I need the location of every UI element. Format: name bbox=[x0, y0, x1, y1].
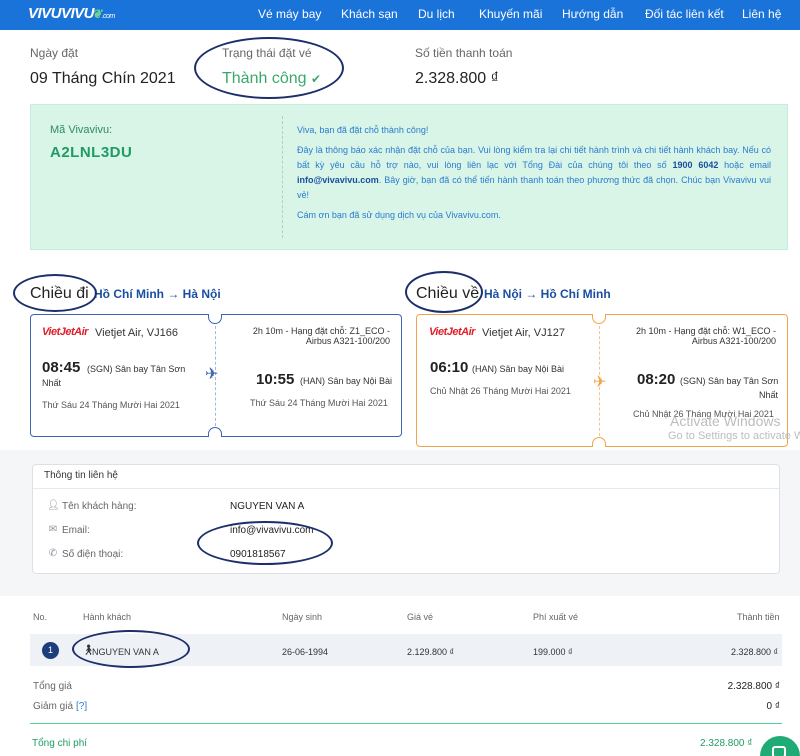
message-body: Đây là thông báo xác nhận đặt chỗ của bạ… bbox=[297, 143, 771, 203]
outbound-arrival-airport: (HAN) Sân bay Nội Bài bbox=[300, 376, 393, 386]
total-divider bbox=[30, 723, 782, 724]
outbound-departure-airport-cont: Nhất bbox=[42, 378, 62, 388]
vietjet-logo: VietJetAir bbox=[42, 326, 88, 338]
customer-name-label: Tên khách hàng: bbox=[62, 501, 137, 512]
return-arrival-airport: (SGN) Sân bay Tân Sơn bbox=[680, 376, 779, 386]
user-icon: 👤︎ bbox=[47, 500, 60, 511]
annotation-ellipse-status bbox=[194, 37, 344, 99]
return-ticket-notch-bottom bbox=[592, 437, 606, 447]
return-arrival-time: 08:20 bbox=[637, 371, 676, 388]
outbound-ticket-notch-bottom bbox=[208, 427, 222, 437]
outbound-departure-airport: (SGN) Sân bay Tân Sơn bbox=[87, 364, 186, 374]
return-departure-date: Chủ Nhật 26 Tháng Mười Hai 2021 bbox=[430, 386, 571, 396]
fare-line: 2h 10m - Hạng đặt chỗ: W1_ECO - bbox=[635, 326, 776, 336]
grand-total-value: 2.328.800 ₫ bbox=[700, 738, 753, 749]
email-label: Email: bbox=[62, 525, 90, 536]
subtotal-label: Tổng giá bbox=[33, 681, 72, 692]
passenger-number-badge: 1 bbox=[42, 642, 59, 659]
col-no: No. bbox=[33, 612, 48, 622]
grand-total-label: Tổng chi phí bbox=[32, 738, 88, 749]
outbound-arrival-time: 10:55 bbox=[256, 371, 295, 388]
booking-code-label: Mã Vivavivu: bbox=[50, 124, 113, 136]
fare-line: 2h 10m - Hạng đặt chỗ: Z1_ECO - bbox=[252, 326, 390, 336]
return-departure-time: 06:10 bbox=[430, 359, 469, 376]
nav-contact[interactable]: Liên hệ bbox=[742, 7, 781, 21]
site-logo[interactable]: VIVUVIVU❦.com bbox=[28, 5, 115, 22]
return-departure-airport: (HAN) Sân bay Nội Bài bbox=[472, 364, 565, 374]
fare-line: Airbus A321-100/200 bbox=[691, 336, 776, 346]
passenger-fee: 199.000 ₫ bbox=[533, 647, 573, 657]
col-dob: Ngày sinh bbox=[282, 612, 323, 622]
message-title: Viva, bạn đã đặt chỗ thành công! bbox=[297, 125, 429, 135]
logo-domain: .com bbox=[101, 13, 116, 20]
annotation-ellipse-contact bbox=[197, 521, 333, 565]
plane-icon: ✈ bbox=[205, 366, 219, 383]
phone-icon: ✆ bbox=[48, 548, 58, 559]
support-email-link[interactable]: info@vivavivu.com bbox=[297, 175, 379, 185]
chat-icon bbox=[772, 746, 786, 756]
envelope-icon: ✉ bbox=[48, 524, 58, 535]
booking-date-label: Ngày đặt bbox=[30, 46, 79, 60]
discount-label: Giảm giá bbox=[33, 701, 74, 712]
col-total: Thành tiền bbox=[737, 612, 780, 622]
plane-icon: ✈ bbox=[593, 374, 607, 391]
activate-windows-hint: Go to Settings to activate Windows. bbox=[668, 430, 800, 442]
contact-divider bbox=[33, 488, 779, 489]
outbound-departure-date: Thứ Sáu 24 Tháng Mười Hai 2021 bbox=[42, 400, 180, 410]
passenger-fare: 2.129.800 ₫ bbox=[407, 647, 455, 657]
customer-name-value: NGUYEN VAN A bbox=[230, 501, 305, 512]
leaf-icon: ❦ bbox=[92, 7, 102, 21]
nav-flights[interactable]: Vé máy bay bbox=[258, 7, 321, 21]
booking-date-value: 09 Tháng Chín 2021 bbox=[30, 70, 176, 87]
passenger-dob: 26-06-1994 bbox=[282, 647, 329, 657]
annotation-ellipse-outbound bbox=[13, 274, 97, 312]
contact-info-panel bbox=[32, 464, 780, 574]
outbound-fare-info: 2h 10m - Hạng đặt chỗ: Z1_ECO - Airbus A3… bbox=[226, 326, 390, 346]
col-fare: Giá vé bbox=[407, 612, 434, 622]
col-fee: Phí xuất vé bbox=[533, 612, 579, 622]
fare-line: Airbus A321-100/200 bbox=[305, 336, 390, 346]
amount-label: Số tiền thanh toán bbox=[415, 46, 513, 60]
vietjet-logo: VietJetAir bbox=[429, 326, 475, 338]
booking-code-value: A2LNL3DU bbox=[50, 144, 133, 161]
amount-value: 2.328.800 ₫ bbox=[415, 70, 499, 87]
contact-title: Thông tin liên hệ bbox=[44, 470, 118, 481]
discount-value: 0 ₫ bbox=[766, 701, 780, 712]
col-passenger: Hành khách bbox=[83, 612, 132, 622]
outbound-route: Hồ Chí Minh → Hà Nội bbox=[94, 287, 221, 301]
nav-travel[interactable]: Du lịch bbox=[418, 7, 455, 21]
passenger-total: 2.328.800 ₫ bbox=[731, 647, 779, 657]
nav-partners[interactable]: Đối tác liên kết bbox=[645, 7, 724, 21]
confirmation-divider bbox=[282, 116, 283, 238]
phone-label: Số điện thoại: bbox=[62, 549, 124, 560]
activate-windows-title: Activate Windows bbox=[670, 413, 781, 429]
nav-hotels[interactable]: Khách sạn bbox=[341, 7, 398, 21]
message-thanks: Cám ơn bạn đã sử dụng dịch vụ của Vivavi… bbox=[297, 210, 501, 220]
nav-promotions[interactable]: Khuyến mãi bbox=[479, 7, 542, 21]
chat-button[interactable] bbox=[760, 736, 800, 756]
confirmation-message: Viva, bạn đã đặt chỗ thành công! Đây là … bbox=[297, 123, 771, 228]
logo-text: VIVUVIVU bbox=[28, 5, 95, 22]
return-route: Hà Nội → Hồ Chí Minh bbox=[484, 287, 611, 301]
return-flight-number: Vietjet Air, VJ127 bbox=[482, 327, 565, 339]
return-fare-info: 2h 10m - Hạng đặt chỗ: W1_ECO - Airbus A3… bbox=[612, 326, 776, 346]
message-body-part: hoặc email bbox=[724, 160, 771, 170]
discount-help-link[interactable]: [?] bbox=[76, 701, 87, 712]
nav-guide[interactable]: Hướng dẫn bbox=[562, 7, 623, 21]
hotline-number[interactable]: 1900 6042 bbox=[673, 160, 719, 170]
outbound-flight-number: Vietjet Air, VJ166 bbox=[95, 327, 178, 339]
subtotal-value: 2.328.800 ₫ bbox=[727, 681, 780, 692]
annotation-ellipse-passenger bbox=[72, 630, 190, 668]
outbound-departure-time: 08:45 bbox=[42, 359, 81, 376]
annotation-ellipse-return bbox=[405, 271, 483, 313]
return-arrival-airport-cont: Nhất bbox=[759, 390, 779, 400]
outbound-arrival-date: Thứ Sáu 24 Tháng Mười Hai 2021 bbox=[250, 398, 388, 408]
